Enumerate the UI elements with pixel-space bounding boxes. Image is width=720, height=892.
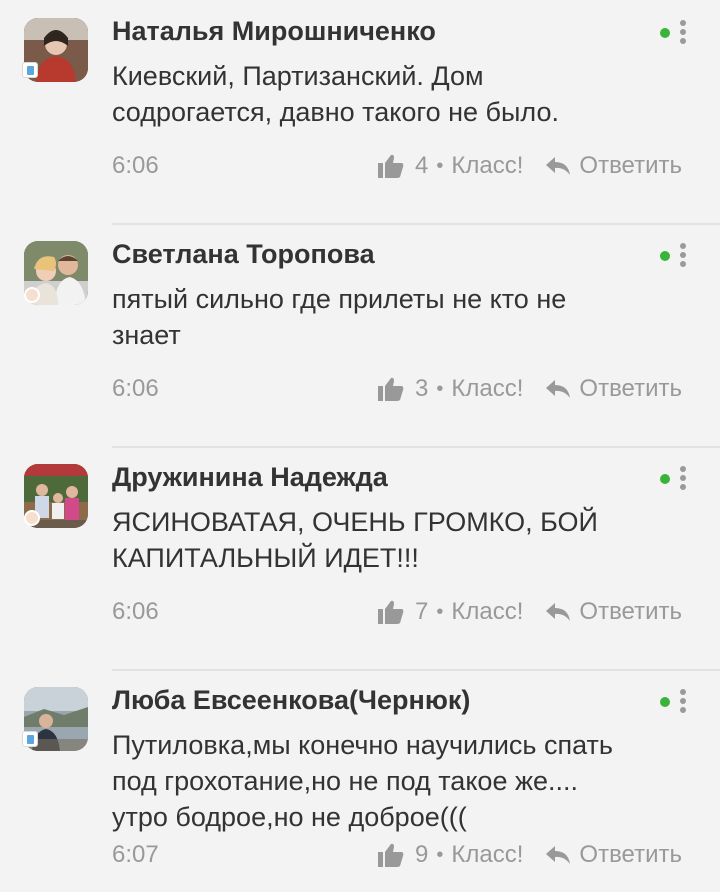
separator: • [436, 377, 444, 400]
comment-text-line: КАПИТАЛЬНЫЙ ИДЕТ!!! [112, 543, 419, 573]
comment-text: ЯСИНОВАТАЯ, ОЧЕНЬ ГРОМКО, БОЙ КАПИТАЛЬНЫ… [112, 504, 682, 576]
reply-label: Ответить [579, 375, 682, 402]
thumb-up-icon [378, 600, 404, 624]
comment-footer: 6:06 3 • Класс! Ответить [112, 369, 682, 409]
online-dot-icon [660, 251, 670, 261]
timestamp: 6:07 [112, 841, 159, 868]
comment-menu[interactable] [660, 464, 700, 496]
comment-menu[interactable] [660, 18, 700, 50]
thumb-up-icon [378, 154, 404, 178]
comment-text: Путиловка,мы конечно научились спать под… [112, 727, 682, 835]
reply-label: Ответить [579, 841, 682, 868]
reply-arrow-icon [546, 157, 571, 175]
like-button[interactable]: 9 • Класс! [377, 841, 523, 869]
thumb-up-icon [378, 377, 404, 401]
mobile-device-icon [22, 62, 38, 78]
mobile-device-icon [22, 731, 38, 747]
comment-text: Киевский, Партизанский. Дом содрогается,… [112, 58, 682, 130]
like-count: 7 [415, 598, 429, 625]
reply-arrow-icon [546, 846, 571, 864]
like-count: 9 [415, 841, 429, 868]
comment-footer: 6:07 9 • Класс! Ответить [112, 835, 682, 875]
online-dot-icon [660, 474, 670, 484]
comment-text-line: пятый сильно где прилеты не кто не [112, 284, 567, 314]
reply-button[interactable]: Ответить [545, 375, 682, 403]
reply-button[interactable]: Ответить [545, 598, 682, 626]
author-name[interactable]: Светлана Торопова [112, 239, 375, 270]
comment: Светлана Торопова пятый сильно где приле… [0, 223, 720, 446]
vertical-dots-icon[interactable] [680, 466, 686, 493]
comment-text-line: ЯСИНОВАТАЯ, ОЧЕНЬ ГРОМКО, БОЙ [112, 507, 598, 537]
comment-text-line: Киевский, Партизанский. Дом [112, 61, 484, 91]
vertical-dots-icon[interactable] [680, 243, 686, 270]
like-label: Класс! [451, 152, 524, 179]
comment-text-line: Путиловка,мы конечно научились спать [112, 730, 613, 760]
like-button[interactable]: 7 • Класс! [377, 598, 523, 626]
status-dot [24, 287, 40, 303]
like-count: 4 [415, 152, 429, 179]
reply-arrow-icon [546, 603, 571, 621]
separator: • [436, 843, 444, 866]
like-label: Класс! [451, 598, 524, 625]
comment-footer: 6:06 4 • Класс! Ответить [112, 146, 682, 186]
comment-text-line: под грохотание,но не под такое же.... [112, 766, 579, 796]
like-button[interactable]: 4 • Класс! [377, 152, 523, 180]
vertical-dots-icon[interactable] [680, 689, 686, 716]
comment-text-line: знает [112, 320, 181, 350]
timestamp: 6:06 [112, 375, 159, 402]
separator: • [436, 154, 444, 177]
reply-label: Ответить [579, 152, 682, 179]
timestamp: 6:06 [112, 152, 159, 179]
comment: Дружинина Надежда ЯСИНОВАТАЯ, ОЧЕНЬ ГРОМ… [0, 446, 720, 669]
online-dot-icon [660, 28, 670, 38]
comment-text: пятый сильно где прилеты не кто не знает [112, 281, 682, 353]
reply-button[interactable]: Ответить [545, 841, 682, 869]
comment: Наталья Мирошниченко Киевский, Партизанс… [0, 0, 720, 223]
timestamp: 6:06 [112, 598, 159, 625]
separator: • [436, 600, 444, 623]
like-label: Класс! [451, 375, 524, 402]
comment-menu[interactable] [660, 687, 700, 719]
reply-label: Ответить [579, 598, 682, 625]
comment-footer: 6:06 7 • Класс! Ответить [112, 592, 682, 632]
author-name[interactable]: Люба Евсеенкова(Чернюк) [112, 685, 470, 716]
comment-menu[interactable] [660, 241, 700, 273]
reply-arrow-icon [546, 380, 571, 398]
like-count: 3 [415, 375, 429, 402]
online-dot-icon [660, 697, 670, 707]
thumb-up-icon [378, 843, 404, 867]
like-label: Класс! [451, 841, 524, 868]
comment-text-line: утро бодрое,но не доброе((( [112, 802, 467, 832]
vertical-dots-icon[interactable] [680, 20, 686, 47]
author-name[interactable]: Дружинина Надежда [112, 462, 388, 493]
author-name[interactable]: Наталья Мирошниченко [112, 16, 436, 47]
status-dot [24, 510, 40, 526]
reply-button[interactable]: Ответить [545, 152, 682, 180]
comment: Люба Евсеенкова(Чернюк) Путиловка,мы кон… [0, 669, 720, 892]
comment-text-line: содрогается, давно такого не было. [112, 97, 559, 127]
like-button[interactable]: 3 • Класс! [377, 375, 523, 403]
